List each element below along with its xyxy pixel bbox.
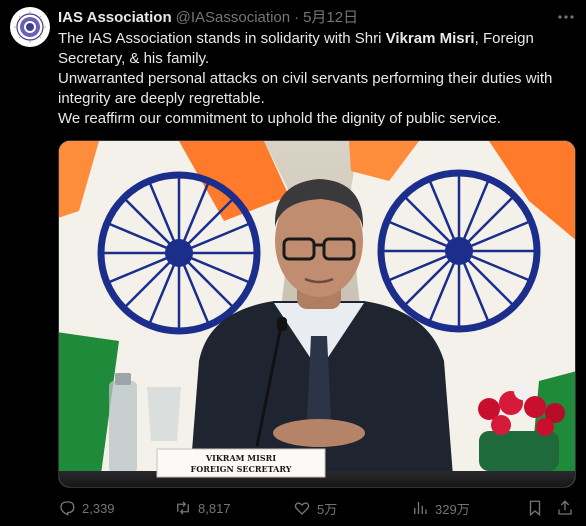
- repost-icon: [177, 501, 189, 515]
- views-chart-icon: [414, 502, 427, 514]
- press-conference-photo: VIKRAM MISRI FOREIGN SECRETARY: [59, 141, 575, 487]
- tweet-text-line-3: We reaffirm our commitment to uphold the…: [58, 110, 501, 127]
- repost-button[interactable]: 8,817: [174, 494, 231, 522]
- share-button[interactable]: [556, 494, 580, 522]
- tweet-header: IAS Association @IASassociation · 5月12日: [58, 8, 358, 28]
- tweet-text: The IAS Association stands in solidarity…: [58, 29, 580, 129]
- nameplate-title: FOREIGN SECRETARY: [191, 464, 292, 474]
- separator-dot: ·: [294, 9, 300, 26]
- left-ashoka-chakra: [97, 171, 261, 335]
- repost-count: 8,817: [198, 500, 231, 516]
- avatar[interactable]: [10, 7, 50, 47]
- ias-logo-icon: [11, 8, 49, 46]
- display-name[interactable]: IAS Association: [58, 8, 172, 28]
- mention-name: Vikram Misri: [385, 30, 475, 47]
- user-handle[interactable]: @IASassociation: [176, 8, 290, 28]
- post-date[interactable]: 5月12日: [303, 8, 358, 28]
- tweet-text-line-1: The IAS Association stands in solidarity…: [58, 30, 534, 67]
- more-button[interactable]: [556, 9, 576, 25]
- bookmark-button[interactable]: [526, 494, 550, 522]
- reply-button[interactable]: 2,339: [58, 494, 115, 522]
- reply-icon: [60, 501, 75, 516]
- action-bar: 2,339 8,817 5万 329万: [58, 494, 580, 522]
- more-dots-icon: [558, 15, 574, 19]
- tweet-media-photo[interactable]: VIKRAM MISRI FOREIGN SECRETARY: [58, 140, 576, 488]
- right-ashoka-chakra: [377, 169, 541, 333]
- tweet-text-line-2: Unwarranted personal attacks on civil se…: [58, 70, 553, 107]
- heart-icon: [294, 502, 310, 515]
- views-button[interactable]: 329万: [411, 494, 470, 522]
- like-button[interactable]: 5万: [293, 494, 337, 522]
- views-count: 329万: [435, 501, 470, 517]
- share-icon: [558, 500, 572, 515]
- like-count: 5万: [317, 501, 338, 517]
- bookmark-icon: [529, 500, 541, 517]
- reply-count: 2,339: [82, 500, 115, 516]
- tweet: IAS Association @IASassociation · 5月12日 …: [0, 0, 586, 526]
- nameplate-name: VIKRAM MISRI: [205, 453, 276, 463]
